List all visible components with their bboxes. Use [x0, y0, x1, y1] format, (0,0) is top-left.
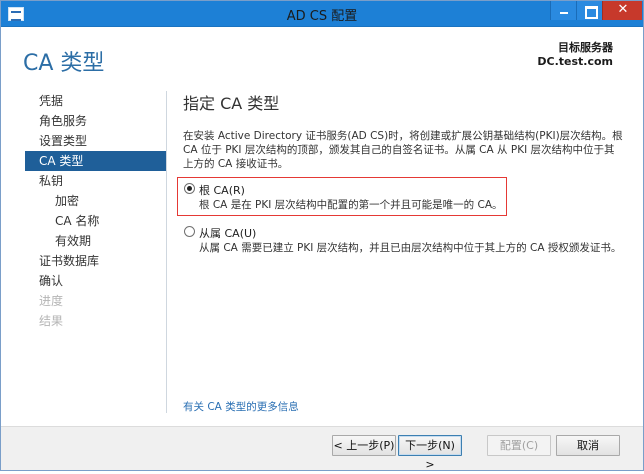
next-button[interactable]: 下一步(N) >	[398, 435, 462, 471]
root-ca-description: 根 CA 是在 PKI 层次结构中配置的第一个并且可能是唯一的 CA。	[199, 199, 503, 211]
root-ca-label[interactable]: 根 CA(R)	[199, 182, 245, 198]
title-bar[interactable]: AD CS 配置 ✕	[1, 1, 643, 27]
section-title: 指定 CA 类型	[183, 94, 280, 113]
ca-type-description: 在安装 Active Directory 证书服务(AD CS)时，将创建或扩展…	[183, 130, 623, 170]
nav-item-private-key[interactable]: 私钥	[25, 171, 167, 191]
nav-item-role-services[interactable]: 角色服务	[25, 111, 167, 131]
close-button[interactable]: ✕	[602, 1, 642, 20]
page-title: CA 类型	[23, 51, 105, 76]
nav-item-cryptography[interactable]: 加密	[25, 191, 167, 211]
previous-button[interactable]: < 上一步(P)	[332, 435, 396, 456]
nav-item-certificate-database[interactable]: 证书数据库	[25, 251, 167, 271]
nav-item-ca-type[interactable]: CA 类型	[25, 151, 167, 171]
nav-item-confirmation[interactable]: 确认	[25, 271, 167, 291]
nav-item-validity-period[interactable]: 有效期	[25, 231, 167, 251]
subordinate-ca-label[interactable]: 从属 CA(U)	[199, 225, 256, 241]
target-server-value: DC.test.com	[537, 55, 613, 68]
nav-item-setup-type[interactable]: 设置类型	[25, 131, 167, 151]
maximize-button[interactable]	[576, 1, 602, 20]
nav-item-credentials[interactable]: 凭据	[25, 91, 167, 111]
configure-button: 配置(C)	[487, 435, 551, 456]
minimize-button[interactable]	[550, 1, 576, 20]
more-info-link[interactable]: 有关 CA 类型的更多信息	[183, 399, 299, 414]
subordinate-ca-radio[interactable]	[184, 226, 195, 237]
adcs-config-window: AD CS 配置 ✕ CA 类型 目标服务器 DC.test.com 凭据 角色…	[0, 0, 644, 471]
window-title: AD CS 配置	[286, 9, 358, 24]
subordinate-ca-description: 从属 CA 需要已建立 PKI 层次结构，并且已由层次结构中位于其上方的 CA …	[199, 242, 622, 254]
target-server-label: 目标服务器	[558, 41, 613, 54]
nav-item-ca-name[interactable]: CA 名称	[25, 211, 167, 231]
wizard-nav: 凭据 角色服务 设置类型 CA 类型 私钥 加密 CA 名称 有效期 证书数据库…	[25, 91, 167, 331]
cancel-button[interactable]: 取消	[556, 435, 620, 456]
nav-item-progress: 进度	[39, 294, 64, 308]
close-icon: ✕	[617, 2, 629, 17]
nav-item-results: 结果	[39, 314, 64, 328]
nav-divider	[166, 91, 167, 413]
root-ca-radio[interactable]	[184, 183, 195, 194]
